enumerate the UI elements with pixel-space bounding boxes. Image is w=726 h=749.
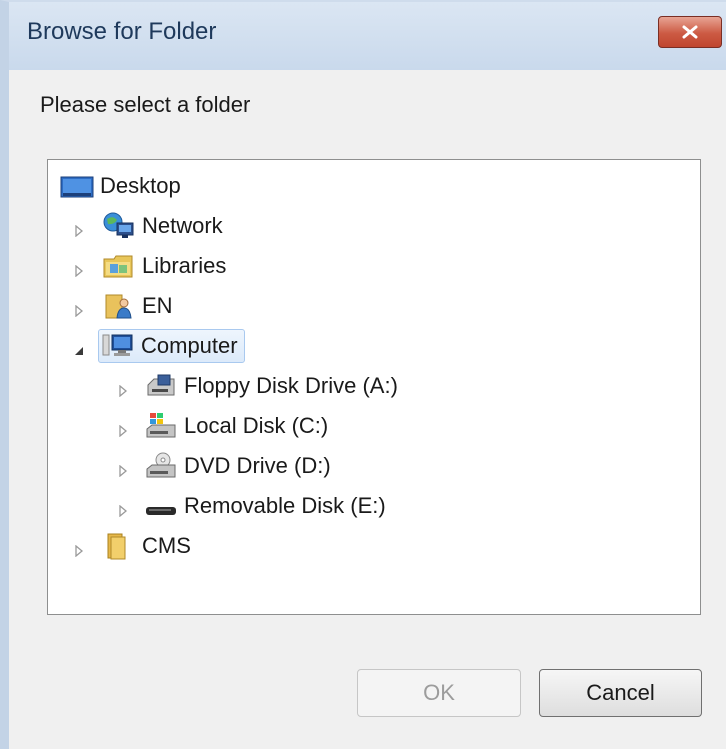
- tree-item-label: CMS: [142, 533, 191, 558]
- cancel-button[interactable]: Cancel: [539, 669, 702, 717]
- tree-item-network[interactable]: Network: [102, 209, 223, 243]
- expand-arrow-local-disk[interactable]: [116, 424, 130, 438]
- dialog-title: Browse for Folder: [27, 18, 217, 45]
- expand-arrow-cms[interactable]: [72, 544, 86, 558]
- close-button[interactable]: [658, 16, 722, 48]
- tree-item-label: Local Disk (C:): [184, 413, 329, 438]
- chevron-right-icon: [119, 385, 128, 397]
- triangle-down-icon: [75, 347, 83, 355]
- chevron-right-icon: [75, 265, 84, 277]
- tree-item-label: Removable Disk (E:): [184, 493, 386, 518]
- expand-arrow-removable[interactable]: [116, 504, 130, 518]
- chevron-right-icon: [119, 465, 128, 477]
- tree-item-desktop[interactable]: Desktop: [60, 169, 181, 203]
- tree-item-dvd-drive[interactable]: DVD Drive (D:): [144, 449, 331, 483]
- expand-arrow-network[interactable]: [72, 224, 86, 238]
- network-icon: [103, 212, 134, 238]
- dialog-prompt: Please select a folder: [40, 92, 251, 117]
- computer-icon: [102, 334, 133, 356]
- chevron-right-icon: [75, 305, 84, 317]
- chevron-right-icon: [119, 505, 128, 517]
- tree-item-label: Floppy Disk Drive (A:): [184, 373, 398, 398]
- tree-item-cms[interactable]: CMS: [102, 529, 191, 563]
- tree-item-local-disk[interactable]: Local Disk (C:): [144, 409, 328, 443]
- expand-arrow-dvd[interactable]: [116, 464, 130, 478]
- chevron-right-icon: [75, 225, 84, 237]
- tree-item-label: EN: [142, 293, 173, 318]
- chevron-right-icon: [119, 425, 128, 437]
- tree-item-libraries[interactable]: Libraries: [102, 249, 226, 283]
- tree-item-label: Computer: [141, 333, 238, 358]
- expand-arrow-floppy[interactable]: [116, 384, 130, 398]
- expand-arrow-en[interactable]: [72, 304, 86, 318]
- browse-for-folder-dialog: Browse for Folder Please select a folder…: [0, 0, 726, 749]
- removable-disk-icon: [146, 507, 176, 515]
- title-bar[interactable]: Browse for Folder: [9, 2, 726, 70]
- ok-button[interactable]: OK: [357, 669, 521, 717]
- close-icon: [682, 25, 698, 39]
- tree-item-removable-disk[interactable]: Removable Disk (E:): [144, 489, 386, 523]
- tree-item-label: Network: [142, 213, 223, 238]
- collapse-arrow-computer[interactable]: [72, 344, 86, 358]
- desktop-icon: [60, 176, 94, 198]
- floppy-drive-icon: [147, 374, 175, 396]
- tree-item-label: DVD Drive (D:): [184, 453, 331, 478]
- tree-item-computer[interactable]: Computer: [98, 329, 245, 363]
- expand-arrow-libraries[interactable]: [72, 264, 86, 278]
- tree-item-label: Libraries: [142, 253, 227, 278]
- tree-item-en[interactable]: EN: [102, 289, 173, 323]
- local-disk-icon: [146, 413, 176, 438]
- libraries-icon: [103, 255, 133, 278]
- dvd-drive-icon: [146, 452, 176, 478]
- chevron-right-icon: [75, 545, 84, 557]
- tree-item-floppy-drive[interactable]: Floppy Disk Drive (A:): [144, 369, 398, 403]
- tree-item-label: Desktop: [100, 173, 181, 198]
- folder-icon: [107, 533, 126, 560]
- folder-tree[interactable]: Desktop Network Libraries EN Computer Fl…: [47, 159, 701, 615]
- user-folder-icon: [105, 294, 132, 319]
